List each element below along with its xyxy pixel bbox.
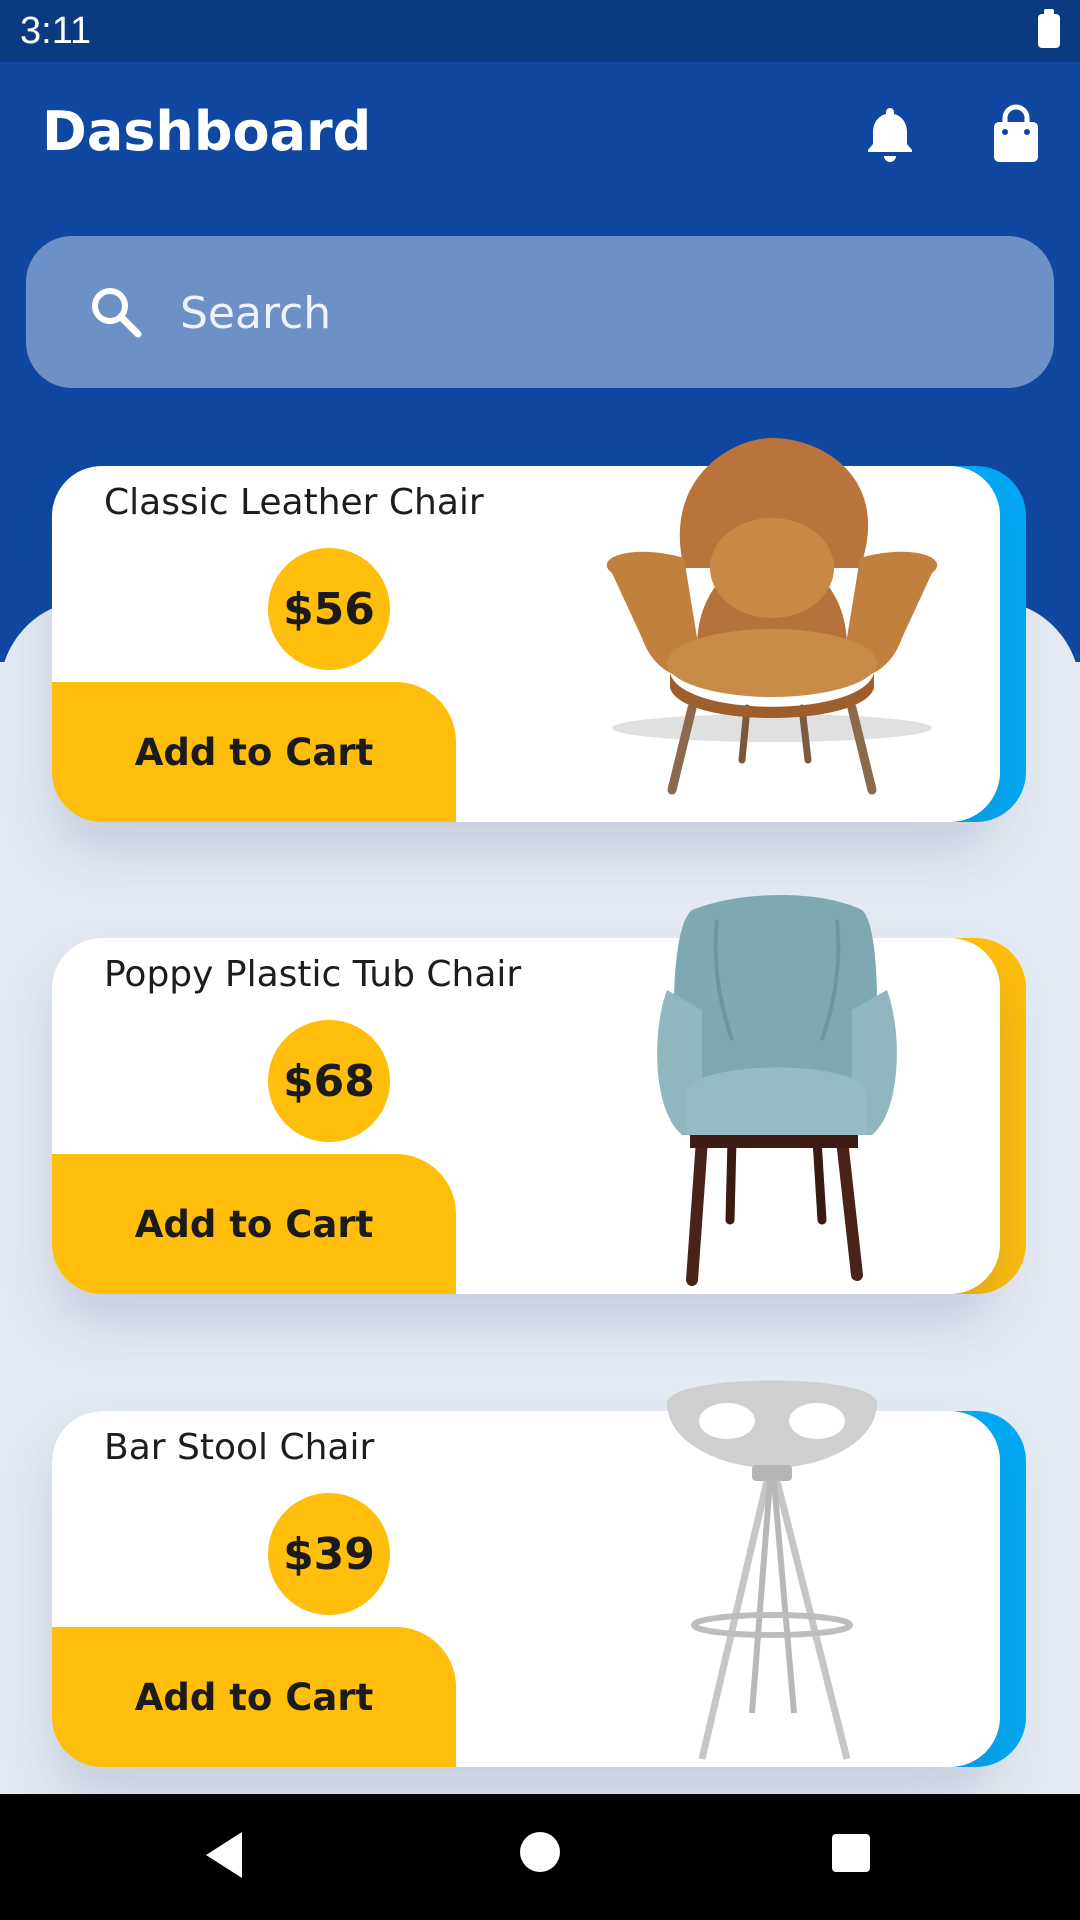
- search-icon: [92, 288, 142, 338]
- bar-stool-icon: [667, 1380, 877, 1760]
- product-name: Poppy Plastic Tub Chair: [104, 954, 522, 995]
- page-title: Dashboard: [42, 100, 372, 163]
- battery-icon: [1038, 9, 1060, 48]
- shopping-bag-icon[interactable]: [988, 104, 1044, 164]
- navigation-bar: [0, 1794, 1080, 1920]
- status-time: 3:11: [20, 10, 92, 52]
- home-icon[interactable]: [520, 1832, 560, 1872]
- price-badge: $68: [268, 1020, 390, 1142]
- product-card[interactable]: Poppy Plastic Tub Chair $68 Add to Cart: [52, 895, 1026, 1294]
- search-input[interactable]: [178, 272, 982, 354]
- add-to-cart-button[interactable]: Add to Cart: [52, 1627, 456, 1767]
- add-to-cart-button[interactable]: Add to Cart: [52, 682, 456, 822]
- product-card[interactable]: Classic Leather Chair $56 Add to Cart: [52, 438, 1026, 822]
- price-badge: $56: [268, 548, 390, 670]
- product-name: Bar Stool Chair: [104, 1427, 375, 1468]
- product-card[interactable]: Bar Stool Chair $39 Add to Cart: [52, 1380, 1026, 1767]
- back-icon[interactable]: [202, 1830, 246, 1880]
- search-bar[interactable]: [26, 236, 1054, 388]
- status-bar: 3:11: [0, 0, 1080, 62]
- lounge-chair-icon: [606, 438, 938, 795]
- price-badge: $39: [268, 1493, 390, 1615]
- recent-apps-icon[interactable]: [832, 1834, 870, 1872]
- bell-icon[interactable]: [862, 104, 918, 164]
- product-name: Classic Leather Chair: [104, 482, 484, 523]
- armchair-icon: [657, 895, 897, 1286]
- add-to-cart-button[interactable]: Add to Cart: [52, 1154, 456, 1294]
